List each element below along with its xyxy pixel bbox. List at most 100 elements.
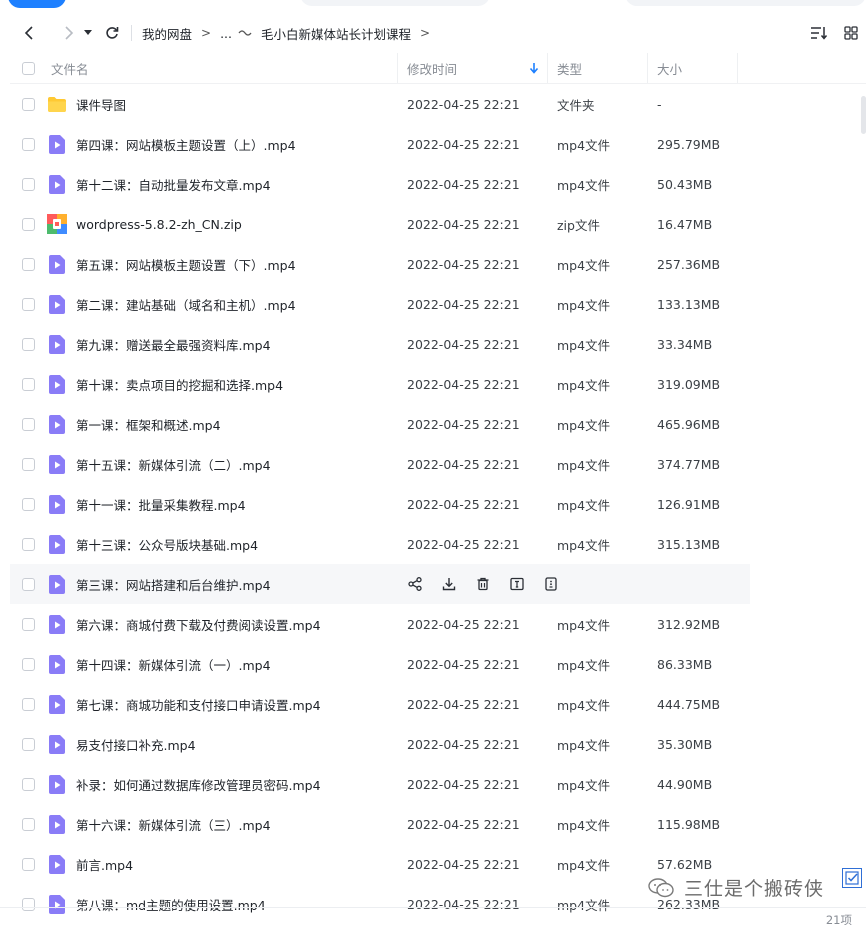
table-row[interactable]: 第十一课：批量采集教程.mp4 2022-04-25 22:21 mp4文件 126.… <box>10 484 750 524</box>
column-header-name[interactable]: 文件名 <box>46 53 398 83</box>
file-name[interactable]: 易支付接口补充.mp4 <box>76 735 196 754</box>
breadcrumb-item-ellipsis[interactable]: ... <box>220 26 232 41</box>
row-checkbox[interactable] <box>21 97 35 111</box>
table-row[interactable]: 第七课：商城功能和支付接口申请设置.mp4 2022-04-25 22:21 mp4… <box>10 684 750 724</box>
table-row[interactable]: 第十课：卖点项目的挖掘和选择.mp4 2022-04-25 22:21 mp4文件 3… <box>10 364 750 404</box>
grid-view-button[interactable] <box>840 22 862 44</box>
file-name[interactable]: 第十六课：新媒体引流（三）.mp4 <box>76 815 271 834</box>
file-name[interactable]: 第十五课：新媒体引流（二）.mp4 <box>76 455 271 474</box>
file-name-cell[interactable]: 第四课：网站模板主题设置（上）.mp4 <box>46 133 398 155</box>
column-header-type[interactable]: 类型 <box>548 53 648 83</box>
file-name[interactable]: 第十四课：新媒体引流（一）.mp4 <box>76 655 271 674</box>
file-name[interactable]: 第六课：商城付费下载及付费阅读设置.mp4 <box>76 615 321 634</box>
table-row[interactable]: 补录：如何通过数据库修改管理员密码.mp4 2022-04-25 22:21 mp4… <box>10 764 750 804</box>
scrollbar-thumb[interactable] <box>861 96 866 134</box>
upload-button[interactable] <box>8 0 66 8</box>
table-row[interactable]: 第八课：md主题的使用设置.mp4 2022-04-25 22:21 mp4文件 26… <box>10 884 750 924</box>
table-row[interactable]: 第十四课：新媒体引流（一）.mp4 2022-04-25 22:21 mp4文件 86… <box>10 644 750 684</box>
row-checkbox[interactable] <box>21 537 35 551</box>
file-name-cell[interactable]: 第七课：商城功能和支付接口申请设置.mp4 <box>46 693 398 715</box>
table-row[interactable]: 第五课：网站模板主题设置（下）.mp4 2022-04-25 22:21 mp4文件… <box>10 244 750 284</box>
file-name[interactable]: 第四课：网站模板主题设置（上）.mp4 <box>76 135 296 154</box>
file-name-cell[interactable]: 第十二课：自动批量发布文章.mp4 <box>46 173 398 195</box>
column-header-modified[interactable]: 修改时间 <box>398 53 548 83</box>
file-name-cell[interactable]: 第二课：建站基础（域名和主机）.mp4 <box>46 293 398 315</box>
file-name-cell[interactable]: 第十课：卖点项目的挖掘和选择.mp4 <box>46 373 398 395</box>
file-name[interactable]: 第十课：卖点项目的挖掘和选择.mp4 <box>76 375 283 394</box>
file-name-cell[interactable]: 第六课：商城付费下载及付费阅读设置.mp4 <box>46 613 398 635</box>
row-checkbox[interactable] <box>21 257 35 271</box>
row-checkbox[interactable] <box>21 177 35 191</box>
file-name-cell[interactable]: 第八课：md主题的使用设置.mp4 <box>46 893 398 915</box>
file-name[interactable]: 第一课：框架和概述.mp4 <box>76 415 221 434</box>
history-dropdown[interactable] <box>81 22 95 44</box>
selection-badge-icon[interactable] <box>842 868 862 888</box>
file-name[interactable]: 补录：如何通过数据库修改管理员密码.mp4 <box>76 775 321 794</box>
file-name-cell[interactable]: 第一课：框架和概述.mp4 <box>46 413 398 435</box>
share-icon[interactable] <box>406 576 423 593</box>
select-all-checkbox[interactable] <box>21 61 35 75</box>
row-checkbox[interactable] <box>21 817 35 831</box>
file-name-cell[interactable]: wordpress-5.8.2-zh_CN.zip <box>46 213 398 235</box>
table-row[interactable]: 前言.mp4 2022-04-25 22:21 mp4文件 57.62MB <box>10 844 750 884</box>
row-checkbox[interactable] <box>21 137 35 151</box>
sort-button[interactable] <box>808 22 830 44</box>
file-name-cell[interactable]: 第九课：赠送最全最强资料库.mp4 <box>46 333 398 355</box>
file-name-cell[interactable]: 第三课：网站搭建和后台维护.mp4 <box>46 573 398 595</box>
file-name[interactable]: 第十一课：批量采集教程.mp4 <box>76 495 246 514</box>
file-name-cell[interactable]: 课件导图 <box>46 93 398 115</box>
table-row[interactable]: 第四课：网站模板主题设置（上）.mp4 2022-04-25 22:21 mp4文件… <box>10 124 750 164</box>
rename-icon[interactable] <box>508 576 525 593</box>
file-name[interactable]: wordpress-5.8.2-zh_CN.zip <box>76 217 242 232</box>
table-row[interactable]: 易支付接口补充.mp4 2022-04-25 22:21 mp4文件 35.30MB <box>10 724 750 764</box>
table-row[interactable]: 第六课：商城付费下载及付费阅读设置.mp4 2022-04-25 22:21 mp4… <box>10 604 750 644</box>
row-checkbox[interactable] <box>21 897 35 911</box>
more-icon[interactable] <box>542 576 559 593</box>
table-row[interactable]: 第十六课：新媒体引流（三）.mp4 2022-04-25 22:21 mp4文件 11… <box>10 804 750 844</box>
file-name-cell[interactable]: 易支付接口补充.mp4 <box>46 733 398 755</box>
file-name-cell[interactable]: 第十一课：批量采集教程.mp4 <box>46 493 398 515</box>
file-name-cell[interactable]: 第十六课：新媒体引流（三）.mp4 <box>46 813 398 835</box>
file-name[interactable]: 第八课：md主题的使用设置.mp4 <box>76 895 266 914</box>
table-row[interactable]: 第十三课：公众号版块基础.mp4 2022-04-25 22:21 mp4文件 315… <box>10 524 750 564</box>
download-icon[interactable] <box>440 576 457 593</box>
breadcrumb-item-root[interactable]: 我的网盘 <box>142 24 192 43</box>
back-button[interactable] <box>19 22 41 44</box>
column-header-size[interactable]: 大小 <box>648 53 738 83</box>
table-row[interactable]: 第九课：赠送最全最强资料库.mp4 2022-04-25 22:21 mp4文件 33… <box>10 324 750 364</box>
table-row[interactable]: 第二课：建站基础（域名和主机）.mp4 2022-04-25 22:21 mp4文件… <box>10 284 750 324</box>
row-checkbox[interactable] <box>21 217 35 231</box>
file-name-cell[interactable]: 第五课：网站模板主题设置（下）.mp4 <box>46 253 398 275</box>
row-checkbox[interactable] <box>21 617 35 631</box>
table-row[interactable]: 第三课：网站搭建和后台维护.mp4 <box>10 564 750 604</box>
file-name[interactable]: 第七课：商城功能和支付接口申请设置.mp4 <box>76 695 321 714</box>
file-name-cell[interactable]: 补录：如何通过数据库修改管理员密码.mp4 <box>46 773 398 795</box>
file-name-cell[interactable]: 第十三课：公众号版块基础.mp4 <box>46 533 398 555</box>
row-checkbox[interactable] <box>21 737 35 751</box>
table-row[interactable]: 第一课：框架和概述.mp4 2022-04-25 22:21 mp4文件 465.96… <box>10 404 750 444</box>
row-checkbox[interactable] <box>21 857 35 871</box>
file-name[interactable]: 课件导图 <box>76 95 126 114</box>
row-checkbox[interactable] <box>21 377 35 391</box>
refresh-button[interactable] <box>101 22 123 44</box>
file-name-cell[interactable]: 第十四课：新媒体引流（一）.mp4 <box>46 653 398 675</box>
file-name[interactable]: 第十二课：自动批量发布文章.mp4 <box>76 175 271 194</box>
forward-button[interactable] <box>57 22 79 44</box>
file-name[interactable]: 第九课：赠送最全最强资料库.mp4 <box>76 335 271 354</box>
row-checkbox[interactable] <box>21 657 35 671</box>
table-row[interactable]: 第十二课：自动批量发布文章.mp4 2022-04-25 22:21 mp4文件 50… <box>10 164 750 204</box>
breadcrumb-item-current[interactable]: 毛小白新媒体站长计划课程 <box>261 24 411 43</box>
file-name[interactable]: 第二课：建站基础（域名和主机）.mp4 <box>76 295 296 314</box>
table-row[interactable]: 课件导图 2022-04-25 22:21 文件夹 - <box>10 84 750 124</box>
scrollbar[interactable] <box>861 84 866 824</box>
table-row[interactable]: 第十五课：新媒体引流（二）.mp4 2022-04-25 22:21 mp4文件 37… <box>10 444 750 484</box>
table-row[interactable]: wordpress-5.8.2-zh_CN.zip 2022-04-25 22:2… <box>10 204 750 244</box>
file-name[interactable]: 第五课：网站模板主题设置（下）.mp4 <box>76 255 296 274</box>
file-name[interactable]: 第十三课：公众号版块基础.mp4 <box>76 535 258 554</box>
row-checkbox[interactable] <box>21 777 35 791</box>
file-name-cell[interactable]: 第十五课：新媒体引流（二）.mp4 <box>46 453 398 475</box>
file-name-cell[interactable]: 前言.mp4 <box>46 853 398 875</box>
row-checkbox[interactable] <box>21 297 35 311</box>
row-checkbox[interactable] <box>21 457 35 471</box>
row-checkbox[interactable] <box>21 697 35 711</box>
